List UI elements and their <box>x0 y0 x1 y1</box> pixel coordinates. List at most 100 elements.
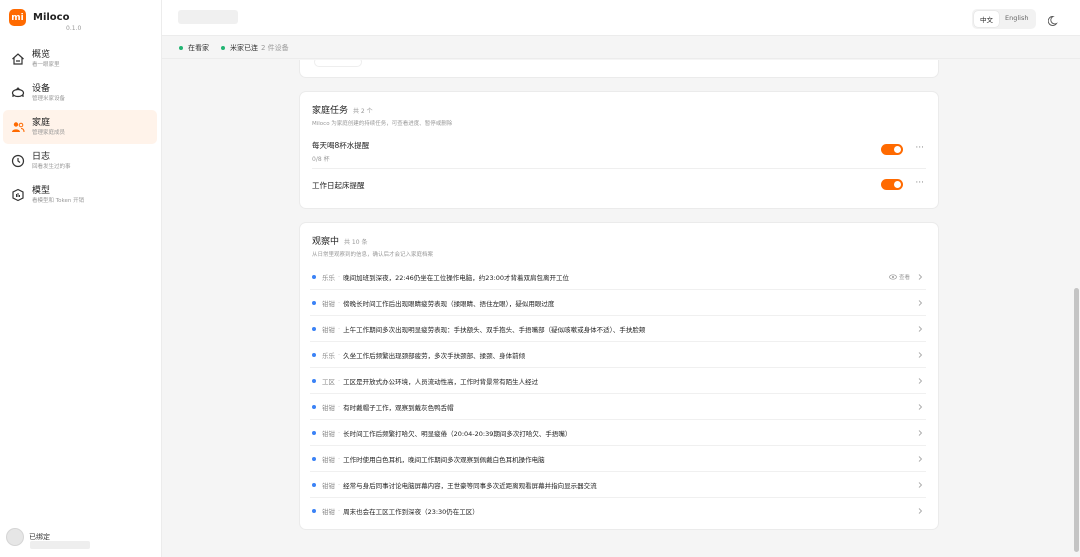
chevron-right-icon <box>918 300 923 306</box>
sidebar-item-label: 模型 <box>32 185 51 196</box>
online-dot-icon <box>221 45 225 50</box>
main-content: 家庭任务 共 2 个 Miloco 为家庭创建的持续任务，可查看进度、暂停或删除… <box>162 60 1072 557</box>
task-progress: 0/8 杯 <box>312 156 330 163</box>
scrollbar-thumb[interactable] <box>1074 288 1079 552</box>
list-item[interactable]: 钳钳 · 周末也会在工区工作到深夜（23:30仍在工区） <box>310 498 926 524</box>
observation-subject: 钳钳 <box>322 325 335 334</box>
chevron-right-icon <box>918 404 923 410</box>
avatar <box>6 528 24 546</box>
observation-text: 经常与身后同事讨论电脑屏幕内容，王世豪等同事多次近距离观看屏幕并指向显示器交流 <box>343 481 597 490</box>
family-tasks-card: 家庭任务 共 2 个 Miloco 为家庭创建的持续任务，可查看进度、暂停或删除… <box>299 91 939 209</box>
bullet-icon <box>312 378 316 383</box>
status-watching: 在看家 <box>179 43 209 53</box>
more-icon[interactable]: ··· <box>915 143 924 153</box>
sidebar-item-sub: 管理米家设备 <box>32 95 66 102</box>
sidebar-item-label: 家庭 <box>32 117 51 128</box>
chevron-right-icon <box>918 326 923 332</box>
observation-subject: 钳钳 <box>322 429 335 438</box>
bullet-icon <box>312 456 316 461</box>
list-item[interactable]: 钳钳 · 傍晚长时间工作后出现眼睛疲劳表现（揉眼睛、捂住左眼），疑似用眼过度 <box>310 290 926 316</box>
observation-subject: 钳钳 <box>322 299 335 308</box>
observation-subject: 乐乐 <box>322 351 335 360</box>
chevron-right-icon <box>918 352 923 358</box>
separator: · <box>338 428 341 437</box>
list-item[interactable]: 钳钳 · 经常与身后同事讨论电脑屏幕内容，王世豪等同事多次近距离观看屏幕并指向显… <box>310 472 926 498</box>
chevron-right-icon <box>918 430 923 436</box>
app-version: 0.1.0 <box>66 25 82 32</box>
observation-text: 有时戴帽子工作，观察到戴灰色鸭舌帽 <box>343 403 454 412</box>
card-description: Miloco 为家庭创建的持续任务，可查看进度、暂停或删除 <box>312 121 453 127</box>
list-item[interactable]: 钳钳 · 有时戴帽子工作，观察到戴灰色鸭舌帽 <box>310 394 926 420</box>
moon-icon[interactable] <box>1047 12 1060 26</box>
more-icon[interactable]: ··· <box>915 178 924 188</box>
observation-text: 傍晚长时间工作后出现眼睛疲劳表现（揉眼睛、捂住左眼），疑似用眼过度 <box>343 299 555 308</box>
bullet-icon <box>312 482 316 487</box>
brand[interactable]: mi Miloco <box>9 9 69 26</box>
status-bar: 在看家 米家已连 2 件设备 <box>162 37 1080 59</box>
separator: · <box>338 298 341 307</box>
bullet-icon <box>312 430 316 435</box>
observation-text: 久坐工作后频繁出现颈部疲劳，多次手扶颈部、揉颈、身体前倾 <box>343 351 526 360</box>
sidebar-item-label: 设备 <box>32 83 51 94</box>
list-item[interactable]: 钳钳 · 工作时使用白色耳机，晚间工作期间多次观察到佩戴白色耳机操作电脑 <box>310 446 926 472</box>
list-item[interactable]: 工区 · 工区是开放式办公环境，人员流动性高，工作时背景常有陌生人经过 <box>310 368 926 394</box>
sidebar-item-models[interactable]: 模型 看模型和 Token 开销 <box>3 178 157 212</box>
home-icon <box>10 51 26 67</box>
eye-icon <box>889 274 897 280</box>
sidebar-item-overview[interactable]: 概览 看一眼家里 <box>3 42 157 76</box>
observation-text: 周末也会在工区工作到深夜（23:30仍在工区） <box>343 508 479 516</box>
robot-icon <box>10 85 26 101</box>
observation-subject: 钳钳 <box>322 481 335 490</box>
chevron-right-icon <box>918 378 923 384</box>
observation-text: 工区是开放式办公环境，人员流动性高，工作时背景常有陌生人经过 <box>343 377 539 386</box>
online-dot-icon <box>179 45 183 50</box>
card-title: 家庭任务 <box>312 106 349 116</box>
redacted-account-name <box>30 541 90 549</box>
separator: · <box>338 324 341 333</box>
separator: · <box>338 272 341 281</box>
card-count: 共 10 条 <box>344 239 368 246</box>
task-toggle[interactable] <box>881 144 903 155</box>
sidebar-item-sub: 看模型和 Token 开销 <box>32 197 85 204</box>
observation-text: 工作时使用白色耳机，晚间工作期间多次观察到佩戴白色耳机操作电脑 <box>343 455 545 464</box>
users-icon <box>10 119 26 135</box>
view-label: 查看 <box>898 275 910 281</box>
observations-card: 观察中 共 10 条 从日常里观察到的信息，确认后才会记入家庭档案 乐乐 · 晚… <box>299 222 939 530</box>
status-mijia-label: 米家已连 <box>230 43 258 52</box>
task-item: 每天喝8杯水提醒 0/8 杯 <box>312 140 926 163</box>
lang-option-zh[interactable]: 中文 <box>974 11 999 27</box>
status-watching-label: 在看家 <box>188 43 209 52</box>
bullet-icon <box>312 300 316 305</box>
separator: · <box>338 507 341 515</box>
chevron-right-icon <box>918 456 923 462</box>
task-toggle[interactable] <box>881 179 903 190</box>
observation-text: 晚间加班到深夜，22:46仍坐在工位操作电脑，约23:00才背着双肩包离开工位 <box>343 273 570 282</box>
list-item[interactable]: 钳钳 · 长时间工作后频繁打哈欠、明显疲倦（20:04-20:39期间多次打哈欠… <box>310 420 926 446</box>
sidebar-item-label: 概览 <box>32 49 51 60</box>
observation-list: 乐乐 · 晚间加班到深夜，22:46仍坐在工位操作电脑，约23:00才背着双肩包… <box>310 264 926 524</box>
observation-subject: 钳钳 <box>322 508 335 516</box>
sidebar-item-logs[interactable]: 日志 回看发生过的事 <box>3 144 157 178</box>
sidebar-item-devices[interactable]: 设备 管理米家设备 <box>3 76 157 110</box>
observation-text: 上午工作期间多次出现明显疲劳表现：手扶额头、双手抱头、手捂嘴部（疑似咳嗽或身体不… <box>343 325 646 334</box>
miloco-logo: mi <box>9 9 26 26</box>
separator: · <box>338 376 341 385</box>
bullet-icon <box>312 509 316 513</box>
chevron-right-icon <box>918 508 923 514</box>
view-button[interactable]: 查看 <box>889 273 910 281</box>
previous-card-pill <box>314 60 362 67</box>
language-switch: 中文 English <box>972 9 1037 29</box>
observation-subject: 工区 <box>322 377 335 386</box>
list-item[interactable]: 钳钳 · 上午工作期间多次出现明显疲劳表现：手扶额头、双手抱头、手捂嘴部（疑似咳… <box>310 316 926 342</box>
task-name: 每天喝8杯水提醒 <box>312 141 370 150</box>
list-item[interactable]: 乐乐 · 晚间加班到深夜，22:46仍坐在工位操作电脑，约23:00才背着双肩包… <box>310 264 926 290</box>
separator: · <box>338 480 341 489</box>
topbar: 中文 English <box>162 0 1080 36</box>
app-name: Miloco <box>33 12 70 23</box>
lang-option-en[interactable]: English <box>999 11 1034 27</box>
sidebar-nav: 概览 看一眼家里 设备 管理米家设备 家庭 管理家庭成员 日志 回看发生过的事 … <box>3 42 157 212</box>
sidebar-item-sub: 回看发生过的事 <box>32 163 71 170</box>
card-description: 从日常里观察到的信息，确认后才会记入家庭档案 <box>312 252 434 258</box>
sidebar-item-family[interactable]: 家庭 管理家庭成员 <box>3 110 157 144</box>
list-item[interactable]: 乐乐 · 久坐工作后频繁出现颈部疲劳，多次手扶颈部、揉颈、身体前倾 <box>310 342 926 368</box>
